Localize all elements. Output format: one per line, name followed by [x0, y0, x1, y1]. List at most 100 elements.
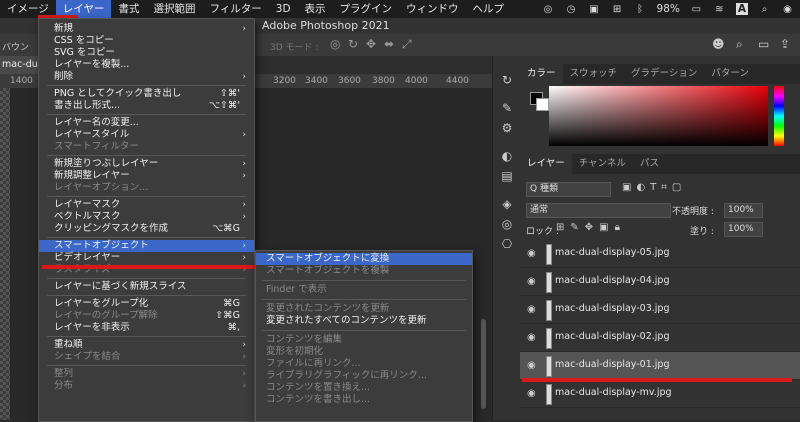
paths-icon[interactable]: ⎔ — [499, 236, 515, 252]
channels-icon[interactable]: ◎ — [499, 216, 515, 232]
visibility-eye-icon[interactable]: ◉ — [527, 388, 536, 399]
adjustments-icon[interactable]: ◐ — [499, 148, 515, 164]
tab-layers[interactable]: レイヤー — [520, 154, 572, 174]
menu-item-label: クリッピングマスクを作成 — [54, 223, 169, 234]
document-tab[interactable]: mac-dual- — [0, 56, 40, 74]
menu-select[interactable]: 選択範囲 — [146, 0, 202, 18]
menu-item-label: レイヤー名の変更... — [54, 117, 139, 128]
layer-menu-item[interactable]: 新規塗りつぶしレイヤー › — [39, 158, 254, 170]
time-machine-icon[interactable]: ◷ — [565, 4, 578, 15]
tab-channels[interactable]: チャンネル — [572, 154, 633, 174]
3d-orbit-icon[interactable]: ◎ — [330, 37, 340, 51]
visibility-eye-icon[interactable]: ◉ — [527, 248, 536, 259]
input-source-indicator[interactable]: A — [735, 3, 748, 15]
ruler-label: 3600 — [338, 76, 361, 86]
menu-item-label: ベクトルマスク — [54, 211, 121, 222]
layer-menu-item[interactable]: CSS をコピー — [39, 35, 254, 47]
layer-menu-item[interactable]: 新規 › — [39, 23, 254, 35]
3d-scale-icon[interactable]: ⤢ — [402, 37, 412, 52]
color-picker-field[interactable] — [549, 86, 768, 146]
background-color-swatch[interactable] — [536, 98, 549, 111]
tab-gradients[interactable]: グラデーション — [624, 64, 704, 84]
tab-patterns[interactable]: パターン — [704, 64, 756, 84]
menu-window[interactable]: ウィンドウ — [399, 0, 466, 18]
layer-row[interactable]: ◉ mac-dual-display-05.jpg — [520, 240, 800, 268]
properties-icon[interactable]: ▤ — [499, 168, 515, 184]
workspace-icon[interactable]: ▭ — [758, 37, 769, 51]
3d-pan-icon[interactable]: ✥ — [366, 37, 376, 51]
tab-color[interactable]: カラー — [520, 64, 563, 84]
brush-icon[interactable]: ✎ — [499, 100, 515, 116]
layer-menu-item: レイヤーオプション... — [39, 182, 254, 194]
visibility-eye-icon[interactable]: ◉ — [527, 304, 536, 315]
layer-menu-item[interactable]: レイヤーをグループ化 ⌘G — [39, 298, 254, 310]
menu-type[interactable]: 書式 — [111, 0, 146, 18]
search-icon[interactable]: ⌕ — [758, 4, 771, 15]
menu-item-label: PNG としてクイック書き出し — [54, 88, 182, 99]
tab-swatches[interactable]: スウォッチ — [563, 64, 625, 84]
fill-input[interactable]: 100% — [724, 222, 763, 237]
layer-menu-item[interactable]: SVG をコピー — [39, 47, 254, 59]
menu-item-label: 重ね順 — [54, 339, 83, 350]
creative-cloud-icon[interactable]: ◎ — [542, 4, 555, 15]
layer-menu-item[interactable]: ビデオレイヤー › — [39, 252, 254, 264]
submenu-arrow-icon: › — [242, 72, 246, 82]
3d-roll-icon[interactable]: ↻ — [348, 37, 358, 51]
history-icon[interactable]: ↻ — [499, 72, 515, 88]
layer-menu-item[interactable]: 重ね順 › — [39, 339, 254, 351]
bluetooth-icon[interactable]: ᛒ — [634, 4, 647, 15]
menu-3d[interactable]: 3D — [269, 0, 298, 18]
blend-mode-select[interactable]: 通常 — [526, 203, 671, 218]
layer-filter-icons[interactable]: ▣◐T⌗▢ — [622, 182, 686, 193]
layer-row[interactable]: ◉ mac-dual-display-02.jpg — [520, 324, 800, 352]
menu-item-label: スマートフィルター — [54, 141, 140, 152]
layer-menu-item[interactable]: PNG としてクイック書き出し ⇧⌘' — [39, 88, 254, 100]
layer-row[interactable]: ◉ mac-dual-display-mv.jpg — [520, 380, 800, 408]
share-user-icon[interactable]: ☻ — [712, 37, 725, 51]
menu-plugins[interactable]: プラグイン — [333, 0, 400, 18]
smart-object-menu-item[interactable]: スマートオブジェクトに変換 — [256, 253, 472, 265]
visibility-eye-icon[interactable]: ◉ — [527, 276, 536, 287]
share-icon[interactable]: ⇪ — [780, 37, 790, 51]
layer-menu-item[interactable]: レイヤーを複製... — [39, 59, 254, 71]
layer-menu-item[interactable]: 削除 › — [39, 71, 254, 83]
layer-filter-select[interactable]: Q 種類 — [526, 182, 611, 197]
hue-slider[interactable] — [774, 86, 784, 146]
layer-menu-item[interactable]: クリッピングマスクを作成 ⌥⌘G — [39, 223, 254, 235]
layer-menu-item[interactable]: スマートオブジェクト › — [39, 240, 254, 252]
tab-paths[interactable]: パス — [633, 154, 666, 174]
menu-view[interactable]: 表示 — [298, 0, 333, 18]
layer-menu-item[interactable]: ベクトルマスク › — [39, 211, 254, 223]
wifi-icon[interactable]: ≋ — [713, 4, 726, 15]
smart-object-menu-item: コンテンツを置き換え... — [256, 382, 472, 394]
layer-menu-item[interactable]: レイヤー名の変更... — [39, 117, 254, 129]
menu-shortcut: ⇧⌘' — [219, 88, 240, 99]
submenu-arrow-icon: › — [242, 200, 246, 210]
layer-row[interactable]: ◉ mac-dual-display-01.jpg — [520, 352, 800, 380]
visibility-eye-icon[interactable]: ◉ — [527, 360, 536, 371]
3d-slide-icon[interactable]: ⬌ — [384, 37, 394, 51]
reader-icon[interactable]: ▣ — [588, 4, 601, 15]
canvas-scrollbar[interactable] — [481, 319, 486, 409]
layers-icon[interactable]: ◈ — [499, 196, 515, 212]
opacity-input[interactable]: 100% — [724, 203, 763, 218]
lock-icons[interactable]: ⊞✎✥▣🔒︎ — [556, 222, 626, 233]
layer-menu-item[interactable]: 新規調整レイヤー › — [39, 170, 254, 182]
layer-menu-item[interactable]: レイヤーを非表示 ⌘, — [39, 322, 254, 334]
layer-menu-item[interactable]: レイヤーに基づく新規スライス — [39, 281, 254, 293]
layer-row[interactable]: ◉ mac-dual-display-04.jpg — [520, 268, 800, 296]
menu-help[interactable]: ヘルプ — [466, 0, 512, 18]
apps-icon[interactable]: ⊞ — [611, 4, 624, 15]
bounding-checkbox-label[interactable]: バウン — [2, 40, 29, 53]
battery-icon[interactable]: ▭ — [690, 4, 703, 15]
visibility-eye-icon[interactable]: ◉ — [527, 332, 536, 343]
search-icon[interactable]: ⌕ — [736, 37, 743, 52]
menu-filter[interactable]: フィルター — [202, 0, 268, 18]
layer-menu-item[interactable]: 書き出し形式... ⌥⇧⌘' — [39, 100, 254, 112]
tool-presets-icon[interactable]: ⚙ — [499, 120, 515, 136]
smart-object-menu-item[interactable]: 変更されたすべてのコンテンツを更新 — [256, 315, 472, 327]
siri-icon[interactable]: ◉ — [781, 4, 794, 15]
layer-menu-item[interactable]: レイヤーマスク › — [39, 199, 254, 211]
layer-row[interactable]: ◉ mac-dual-display-03.jpg — [520, 296, 800, 324]
layer-menu-item[interactable]: レイヤースタイル › — [39, 129, 254, 141]
